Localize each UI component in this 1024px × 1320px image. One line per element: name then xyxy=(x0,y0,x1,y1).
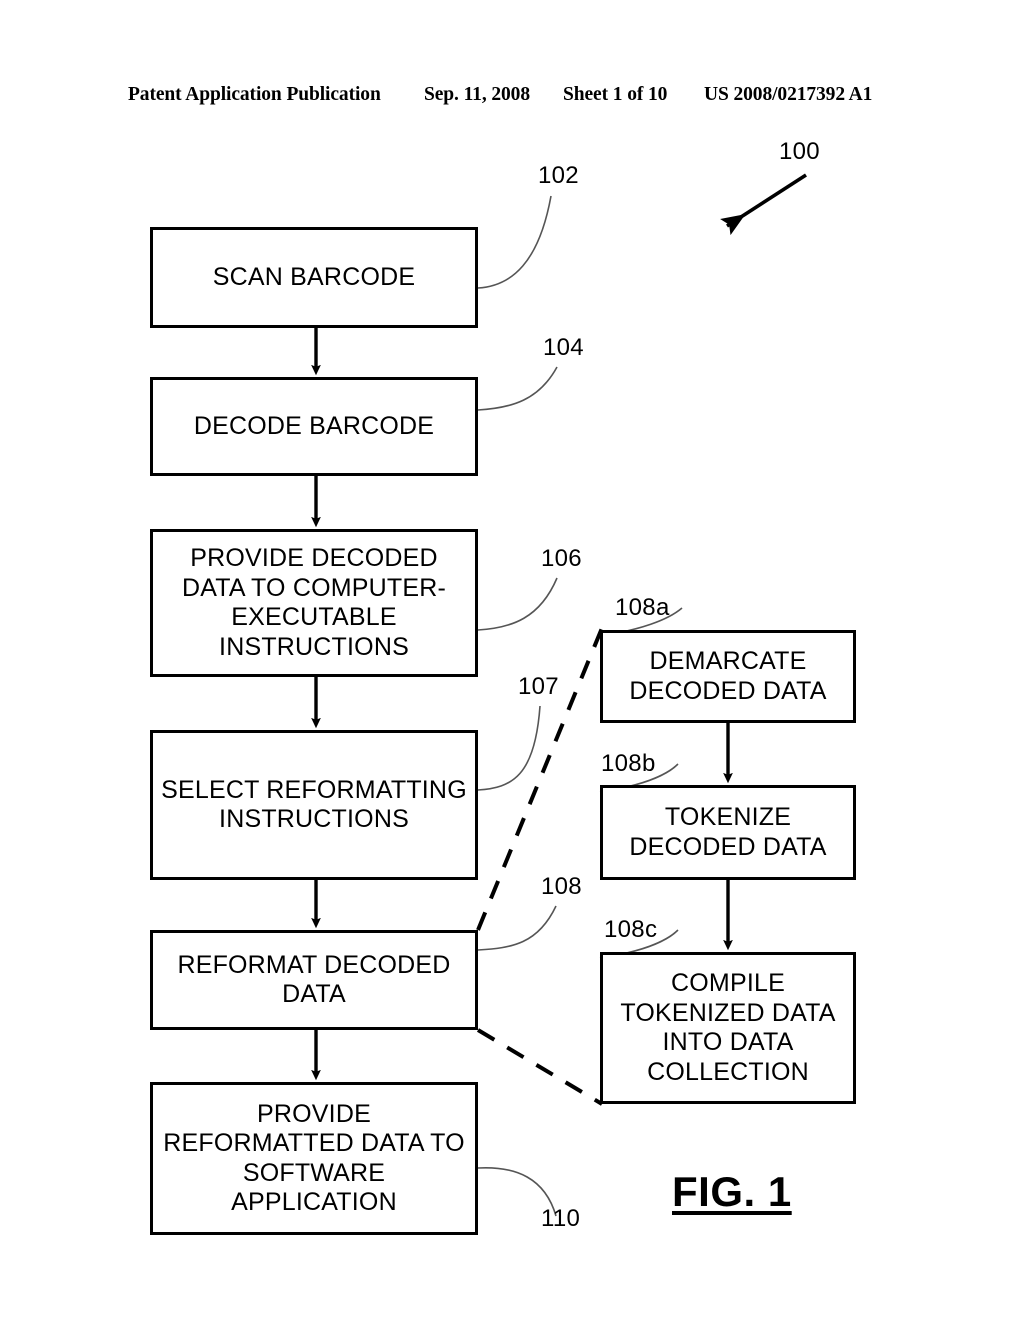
patent-figure-page: Patent Application Publication Sep. 11, … xyxy=(0,0,1024,1320)
flow-step-select-reformatting-instructions[interactable]: SELECT REFORMATTING INSTRUCTIONS xyxy=(150,730,478,880)
header-sheet-text: Sheet 1 of 10 xyxy=(563,84,668,105)
ref-numeral-104: 104 xyxy=(543,334,584,361)
flow-substep-demarcate-decoded-data[interactable]: DEMARCATE DECODED DATA xyxy=(600,630,856,723)
ref-numeral-107: 107 xyxy=(518,673,559,700)
ref-numeral-108a: 108a xyxy=(615,594,670,621)
flow-step-reformat-decoded-data-label: REFORMAT DECODED DATA xyxy=(177,950,451,1009)
flow-step-decode-barcode-label: DECODE BARCODE xyxy=(193,411,435,440)
flow-step-provide-decoded-data[interactable]: PROVIDE DECODED DATA TO COMPUTER-EXECUTA… xyxy=(150,529,478,677)
flow-substep-compile-tokenized-data-label: COMPILE TOKENIZED DATA INTO DATA COLLECT… xyxy=(620,969,836,1086)
header-publication-text: Patent Application Publication xyxy=(128,84,381,105)
ref-numeral-108b: 108b xyxy=(601,750,656,777)
ref-numeral-108c: 108c xyxy=(604,916,658,943)
flow-step-scan-barcode[interactable]: SCAN BARCODE xyxy=(150,227,478,328)
page-header: Patent Application Publication Sep. 11, … xyxy=(0,84,1024,114)
flow-step-provide-reformatted-data-label: PROVIDE REFORMATTED DATA TO SOFTWARE APP… xyxy=(163,1099,465,1217)
flow-step-provide-decoded-data-label: PROVIDE DECODED DATA TO COMPUTER-EXECUTA… xyxy=(181,544,447,661)
ref-numeral-102: 102 xyxy=(538,162,579,189)
flow-substep-compile-tokenized-data[interactable]: COMPILE TOKENIZED DATA INTO DATA COLLECT… xyxy=(600,952,856,1104)
flow-substep-tokenize-decoded-data-label: TOKENIZE DECODED DATA xyxy=(629,803,827,861)
ref-numeral-106: 106 xyxy=(541,545,582,572)
flow-step-select-reformatting-instructions-label: SELECT REFORMATTING INSTRUCTIONS xyxy=(161,775,467,834)
ref-numeral-100: 100 xyxy=(779,138,820,165)
ref-numeral-110: 110 xyxy=(541,1205,581,1232)
flow-step-scan-barcode-label: SCAN BARCODE xyxy=(212,262,416,291)
header-date-text: Sep. 11, 2008 xyxy=(424,84,530,105)
figure-caption: FIG. 1 xyxy=(672,1168,792,1215)
system-pointer-arrow xyxy=(720,173,807,236)
header-patent-number: US 2008/0217392 A1 xyxy=(704,84,873,105)
flow-step-decode-barcode[interactable]: DECODE BARCODE xyxy=(150,377,478,476)
ref-numeral-108: 108 xyxy=(541,873,582,900)
flow-substep-tokenize-decoded-data[interactable]: TOKENIZE DECODED DATA xyxy=(600,785,856,880)
flow-step-reformat-decoded-data[interactable]: REFORMAT DECODED DATA xyxy=(150,930,478,1030)
flow-step-provide-reformatted-data[interactable]: PROVIDE REFORMATTED DATA TO SOFTWARE APP… xyxy=(150,1082,478,1235)
flow-substep-demarcate-decoded-data-label: DEMARCATE DECODED DATA xyxy=(629,647,827,705)
